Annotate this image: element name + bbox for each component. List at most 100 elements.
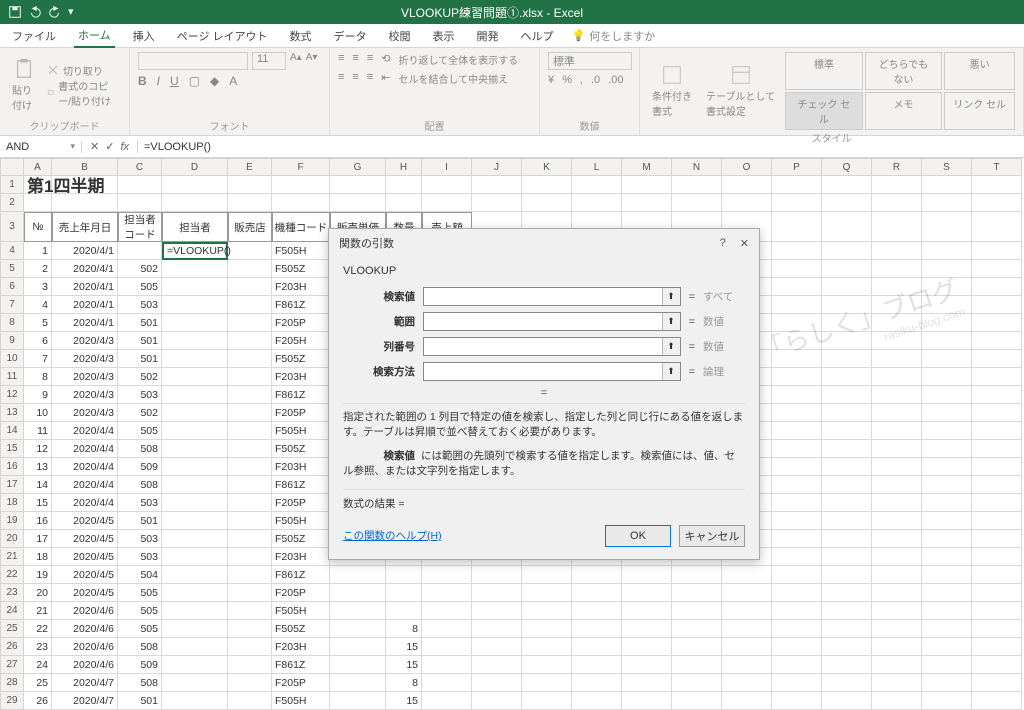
cell[interactable] [822,566,872,584]
cell[interactable] [228,458,272,476]
cell[interactable] [422,194,472,212]
cell[interactable] [772,194,822,212]
cell[interactable]: 505 [118,620,162,638]
decrease-font-icon[interactable]: A▾ [306,52,318,70]
cell[interactable] [872,278,922,296]
cell[interactable] [228,332,272,350]
cell[interactable] [822,602,872,620]
cell[interactable] [872,494,922,512]
cell[interactable] [772,512,822,530]
row-header[interactable]: 25 [0,620,24,638]
cell[interactable] [872,584,922,602]
cell[interactable] [972,368,1022,386]
cell[interactable] [972,584,1022,602]
cell[interactable] [672,194,722,212]
cell[interactable] [972,386,1022,404]
cell[interactable]: 20 [24,584,52,602]
cell[interactable] [972,458,1022,476]
cell[interactable]: 2020/4/5 [52,512,118,530]
align-left-icon[interactable]: ≡ [338,71,344,86]
cell[interactable] [772,176,822,194]
cell[interactable]: 508 [118,476,162,494]
row-header[interactable]: 14 [0,422,24,440]
cell[interactable] [822,386,872,404]
cell[interactable] [162,260,228,278]
font-size-select[interactable]: 11 [252,52,286,70]
cell[interactable] [822,404,872,422]
cell[interactable] [228,404,272,422]
cell[interactable] [722,692,772,710]
cell[interactable] [722,194,772,212]
row-header[interactable]: 7 [0,296,24,314]
cell[interactable] [872,530,922,548]
cell[interactable] [228,260,272,278]
format-painter-button[interactable]: 書式のコピー/貼り付け [47,78,121,108]
style-normal[interactable]: 標準 [785,52,863,90]
row-header[interactable]: 5 [0,260,24,278]
cell[interactable] [822,656,872,674]
cell[interactable]: 501 [118,332,162,350]
cell[interactable] [972,332,1022,350]
row-header[interactable]: 15 [0,440,24,458]
cell[interactable] [572,692,622,710]
col-header[interactable]: S [922,158,972,176]
cell[interactable] [872,566,922,584]
cell[interactable] [672,656,722,674]
cell[interactable]: F505H [272,242,330,260]
cell[interactable] [872,212,922,242]
cell[interactable] [572,176,622,194]
cell[interactable] [228,176,272,194]
cell[interactable]: 503 [118,530,162,548]
tab-review[interactable]: 校閲 [385,25,415,47]
cell[interactable]: 13 [24,458,52,476]
col-header[interactable]: T [972,158,1022,176]
cell[interactable] [228,512,272,530]
col-header[interactable]: R [872,158,922,176]
cell[interactable] [722,638,772,656]
cell[interactable]: 1 [24,242,52,260]
cell[interactable] [972,278,1022,296]
cell[interactable] [522,602,572,620]
cell[interactable] [772,530,822,548]
cell[interactable] [772,350,822,368]
cell[interactable] [922,530,972,548]
formula-input[interactable]: =VLOOKUP() [138,141,1024,153]
cell[interactable] [162,368,228,386]
cell[interactable] [422,656,472,674]
row-header[interactable]: 4 [0,242,24,260]
cell[interactable] [972,314,1022,332]
cell[interactable] [972,692,1022,710]
cell[interactable]: F861Z [272,656,330,674]
cell[interactable] [228,638,272,656]
cell[interactable] [228,386,272,404]
cell[interactable] [772,242,822,260]
style-memo[interactable]: メモ [865,92,943,130]
tab-view[interactable]: 表示 [429,25,459,47]
cell[interactable] [872,440,922,458]
cell[interactable] [522,584,572,602]
cell[interactable] [822,212,872,242]
number-format-select[interactable]: 標準 [548,52,632,70]
col-header[interactable]: I [422,158,472,176]
cell[interactable] [162,296,228,314]
cell[interactable] [622,194,672,212]
cell[interactable]: 503 [118,548,162,566]
cell[interactable] [672,674,722,692]
cell[interactable] [922,620,972,638]
cell[interactable] [622,620,672,638]
col-header[interactable]: O [722,158,772,176]
merge-center-button[interactable]: セルを結合して中央揃え [398,71,508,86]
cell[interactable] [572,674,622,692]
font-color-button[interactable]: A [229,74,237,88]
cell[interactable]: 機種コード [272,212,330,242]
cell[interactable] [822,332,872,350]
cell[interactable] [872,458,922,476]
cell[interactable]: F205H [272,332,330,350]
cell[interactable] [162,512,228,530]
cell[interactable] [922,566,972,584]
cell[interactable] [922,440,972,458]
cell[interactable] [118,194,162,212]
cell[interactable] [572,602,622,620]
col-header[interactable]: Q [822,158,872,176]
cell[interactable] [472,620,522,638]
